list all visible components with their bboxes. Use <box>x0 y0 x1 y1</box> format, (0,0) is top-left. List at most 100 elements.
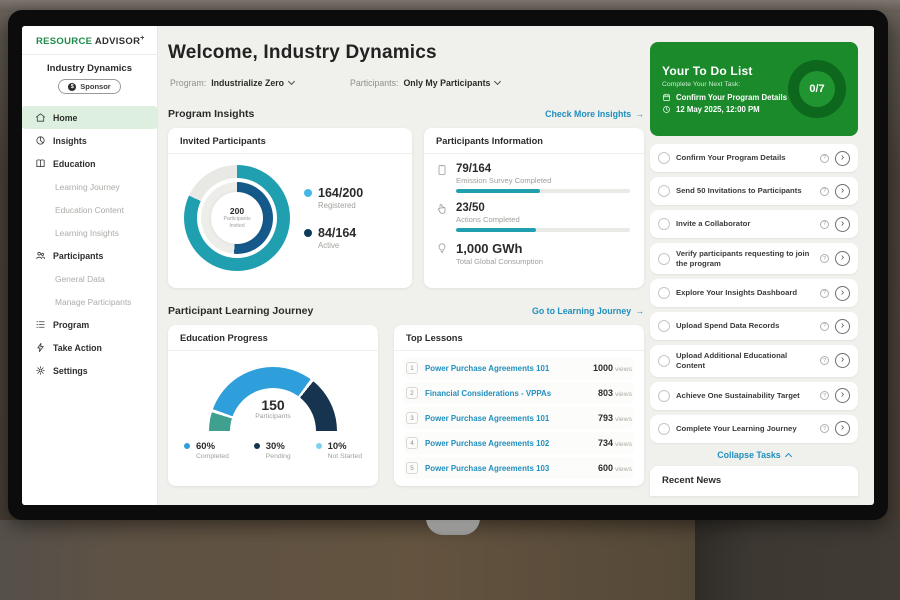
todo-subtitle: Complete Your Next Task: <box>662 81 787 88</box>
info-icon[interactable]: ? <box>820 424 829 433</box>
sidebar-item-education[interactable]: Education <box>22 152 157 175</box>
todo-panel: Your To Do List Complete Your Next Task:… <box>650 42 858 496</box>
task-checkbox[interactable] <box>658 185 670 197</box>
sidebar-item-take-action[interactable]: Take Action <box>22 336 157 359</box>
info-icon[interactable]: ? <box>820 391 829 400</box>
profile-block: Industry Dynamics $ Sponsor <box>22 55 157 104</box>
donut-center-value: 200 <box>230 206 244 216</box>
task-item[interactable]: Verify participants requesting to join t… <box>650 243 858 274</box>
monitor-bezel: RESOURCE ADVISOR+ Industry Dynamics $ Sp… <box>8 10 888 520</box>
sidebar-nav: Home Insights Education Learning Journey… <box>22 106 157 382</box>
task-checkbox[interactable] <box>658 423 670 435</box>
lesson-rank: 1 <box>406 362 418 374</box>
chevron-right-button[interactable]: › <box>835 151 850 166</box>
chevron-right-button[interactable]: › <box>835 421 850 436</box>
task-checkbox[interactable] <box>658 253 670 265</box>
chevron-right-button[interactable]: › <box>835 251 850 266</box>
info-icon[interactable]: ? <box>820 220 829 229</box>
collapse-tasks-link[interactable]: Collapse Tasks <box>650 450 858 460</box>
task-checkbox[interactable] <box>658 218 670 230</box>
check-more-insights-link[interactable]: Check More Insights → <box>545 109 644 119</box>
chevron-right-button[interactable]: › <box>835 319 850 334</box>
sponsor-badge[interactable]: $ Sponsor <box>58 79 120 94</box>
education-gauge-chart: 150 Participants <box>209 367 337 431</box>
task-item[interactable]: Upload Additional Educational Content ? … <box>650 345 858 376</box>
task-checkbox[interactable] <box>658 320 670 332</box>
legend-registered: 164/200 Registered <box>304 186 363 210</box>
lesson-link[interactable]: Power Purchase Agreements 102 <box>425 439 591 448</box>
task-item[interactable]: Achieve One Sustainability Target ? › <box>650 382 858 410</box>
info-icon[interactable]: ? <box>820 356 829 365</box>
gauge-center-value: 150 <box>209 397 337 413</box>
calendar-icon <box>662 93 671 102</box>
stat-global-consumption: 1,000 GWh Total Global Consumption <box>436 241 630 270</box>
sidebar-item-home[interactable]: Home <box>22 106 157 129</box>
chevron-right-button[interactable]: › <box>835 353 850 368</box>
gauge-center-label: Participants <box>209 413 337 420</box>
lesson-rank: 5 <box>406 462 418 474</box>
gear-icon <box>35 365 46 376</box>
lesson-row: 4 Power Purchase Agreements 102 734views <box>404 432 634 454</box>
lesson-link[interactable]: Power Purchase Agreements 101 <box>425 414 591 423</box>
task-item[interactable]: Invite a Collaborator ? › <box>650 210 858 238</box>
task-checkbox[interactable] <box>658 390 670 402</box>
legend-not-started: 10% Not Started <box>316 441 362 460</box>
actions-icon <box>436 202 448 216</box>
lesson-link[interactable]: Financial Considerations - VPPAs <box>425 389 591 398</box>
task-item[interactable]: Confirm Your Program Details ? › <box>650 144 858 172</box>
legend-dot <box>304 229 312 237</box>
lesson-link[interactable]: Power Purchase Agreements 103 <box>425 464 591 473</box>
lesson-link[interactable]: Power Purchase Agreements 101 <box>425 364 586 373</box>
chevron-right-button[interactable]: › <box>835 184 850 199</box>
participants-information-card: Participants Information 79/164 Emission… <box>424 128 644 288</box>
progress-bar <box>456 228 630 232</box>
lightbulb-icon <box>436 241 448 255</box>
participants-select[interactable]: Participants: Only My Participants <box>350 78 500 88</box>
todo-summary-card: Your To Do List Complete Your Next Task:… <box>650 42 858 136</box>
task-checkbox[interactable] <box>658 355 670 367</box>
todo-next-task: Confirm Your Program Details <box>662 93 787 102</box>
sidebar-item-general-data[interactable]: General Data <box>22 267 157 290</box>
sidebar-item-learning-insights[interactable]: Learning Insights <box>22 221 157 244</box>
section-title: Participant Learning Journey <box>168 305 313 317</box>
sidebar-item-participants[interactable]: Participants <box>22 244 157 267</box>
sidebar-item-manage-participants[interactable]: Manage Participants <box>22 290 157 313</box>
task-item[interactable]: Upload Spend Data Records ? › <box>650 312 858 340</box>
info-icon[interactable]: ? <box>820 154 829 163</box>
task-list: Confirm Your Program Details ? › Send 50… <box>650 144 858 443</box>
card-title: Top Lessons <box>394 325 644 351</box>
task-item[interactable]: Complete Your Learning Journey ? › <box>650 415 858 443</box>
donut-legend: 164/200 Registered 84/164 Active <box>304 186 363 250</box>
info-icon[interactable]: ? <box>820 289 829 298</box>
gauge-legend: 60% Completed 30% Pending 10% Not Star <box>168 431 378 460</box>
program-select[interactable]: Program: Industrialize Zero <box>170 78 294 88</box>
info-icon[interactable]: ? <box>820 187 829 196</box>
home-icon <box>35 112 46 123</box>
profile-name: Industry Dynamics <box>22 63 157 74</box>
lesson-rank: 4 <box>406 437 418 449</box>
info-icon[interactable]: ? <box>820 254 829 263</box>
chevron-right-button[interactable]: › <box>835 286 850 301</box>
page-title: Welcome, Industry Dynamics <box>168 42 437 64</box>
sidebar-item-settings[interactable]: Settings <box>22 359 157 382</box>
legend-active: 84/164 Active <box>304 226 363 250</box>
sidebar-item-program[interactable]: Program <box>22 313 157 336</box>
chevron-right-button[interactable]: › <box>835 217 850 232</box>
survey-icon <box>436 163 448 177</box>
sidebar-item-insights[interactable]: Insights <box>22 129 157 152</box>
brand-plus: + <box>140 35 144 42</box>
legend-dot <box>254 443 260 449</box>
task-item[interactable]: Send 50 Invitations to Participants ? › <box>650 177 858 205</box>
task-checkbox[interactable] <box>658 152 670 164</box>
task-checkbox[interactable] <box>658 287 670 299</box>
task-item[interactable]: Explore Your Insights Dashboard ? › <box>650 279 858 307</box>
brand-secondary: ADVISOR+ <box>95 36 145 47</box>
lesson-list: 1 Power Purchase Agreements 101 1000view… <box>394 351 644 479</box>
chevron-right-button[interactable]: › <box>835 388 850 403</box>
sidebar-item-education-content[interactable]: Education Content <box>22 198 157 221</box>
info-icon[interactable]: ? <box>820 322 829 331</box>
sidebar-item-learning-journey[interactable]: Learning Journey <box>22 175 157 198</box>
top-lessons-card: Top Lessons 1 Power Purchase Agreements … <box>394 325 644 486</box>
recent-news-card: Recent News <box>650 466 858 496</box>
go-to-learning-journey-link[interactable]: Go to Learning Journey → <box>532 306 644 316</box>
